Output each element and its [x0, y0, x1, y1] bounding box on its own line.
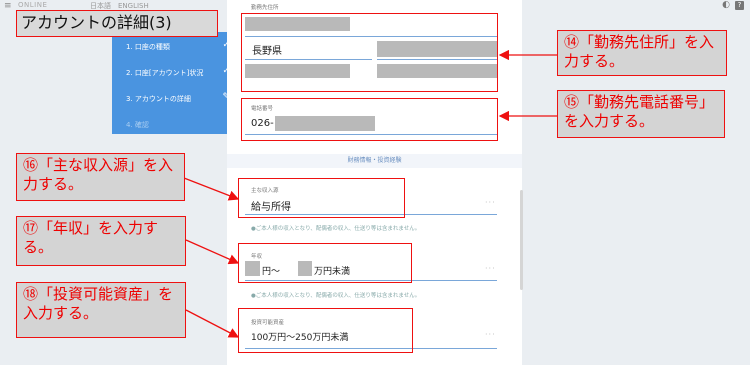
annual-income-note: ●ご本人様の収入となり、配偶者の収入、仕送り等は含まれません。 — [251, 293, 421, 299]
step-label: 4. 確認 — [126, 121, 149, 129]
income-note: ●ご本人様の収入となり、配偶者の収入、仕送り等は含まれません。 — [251, 226, 421, 232]
step-label: 3. アカウントの詳細 — [126, 95, 191, 103]
page-title: アカウントの詳細(3) — [16, 10, 218, 37]
contrast-icon[interactable]: ◐ — [722, 0, 730, 10]
step-account-details[interactable]: 3. アカウントの詳細 ✎ — [126, 92, 230, 106]
brand-name: ONLINE — [18, 1, 48, 9]
highlight-work-address — [241, 13, 498, 92]
highlight-assets — [238, 308, 413, 353]
financial-section-header: 財務情報・投資経験 — [227, 154, 522, 168]
callout-16: ⑯「主な収入源」を入力する。 — [16, 153, 185, 201]
callout-18: ⑱「投資可能資産」を入力する。 — [16, 282, 186, 338]
highlight-work-phone — [241, 98, 498, 141]
callout-17: ⑰「年収」を入力する。 — [16, 216, 186, 266]
step-navigation: 1. 口座の種類 ✓ 2. 口座[アカウント]状況 ✓ 3. アカウントの詳細 … — [112, 32, 240, 134]
step-label: 2. 口座[アカウント]状況 — [126, 69, 204, 77]
step-confirm[interactable]: 4. 確認 — [126, 118, 230, 132]
scrollbar[interactable] — [520, 190, 523, 290]
callout-14: ⑭「勤務先住所」を入力する。 — [557, 30, 727, 76]
more-icon[interactable]: ··· — [485, 198, 496, 207]
step-account-type[interactable]: 1. 口座の種類 ✓ — [126, 40, 230, 54]
screenshot-stage: ≡ ONLINE 日本語 ENGLISH ◐ ? 1. 口座の種類 ✓ 2. 口… — [0, 0, 750, 365]
more-icon[interactable]: ··· — [485, 330, 496, 339]
step-account-status[interactable]: 2. 口座[アカウント]状況 ✓ — [126, 66, 230, 80]
help-icon[interactable]: ? — [735, 1, 744, 10]
work-address-caption: 勤務先住所 — [251, 5, 279, 11]
callout-15: ⑮「勤務先電話番号」を入力する。 — [557, 90, 725, 138]
highlight-income-source — [238, 178, 405, 218]
highlight-annual-income — [238, 243, 412, 283]
step-label: 1. 口座の種類 — [126, 43, 170, 51]
menu-icon[interactable]: ≡ — [4, 1, 12, 11]
more-icon[interactable]: ··· — [485, 264, 496, 273]
